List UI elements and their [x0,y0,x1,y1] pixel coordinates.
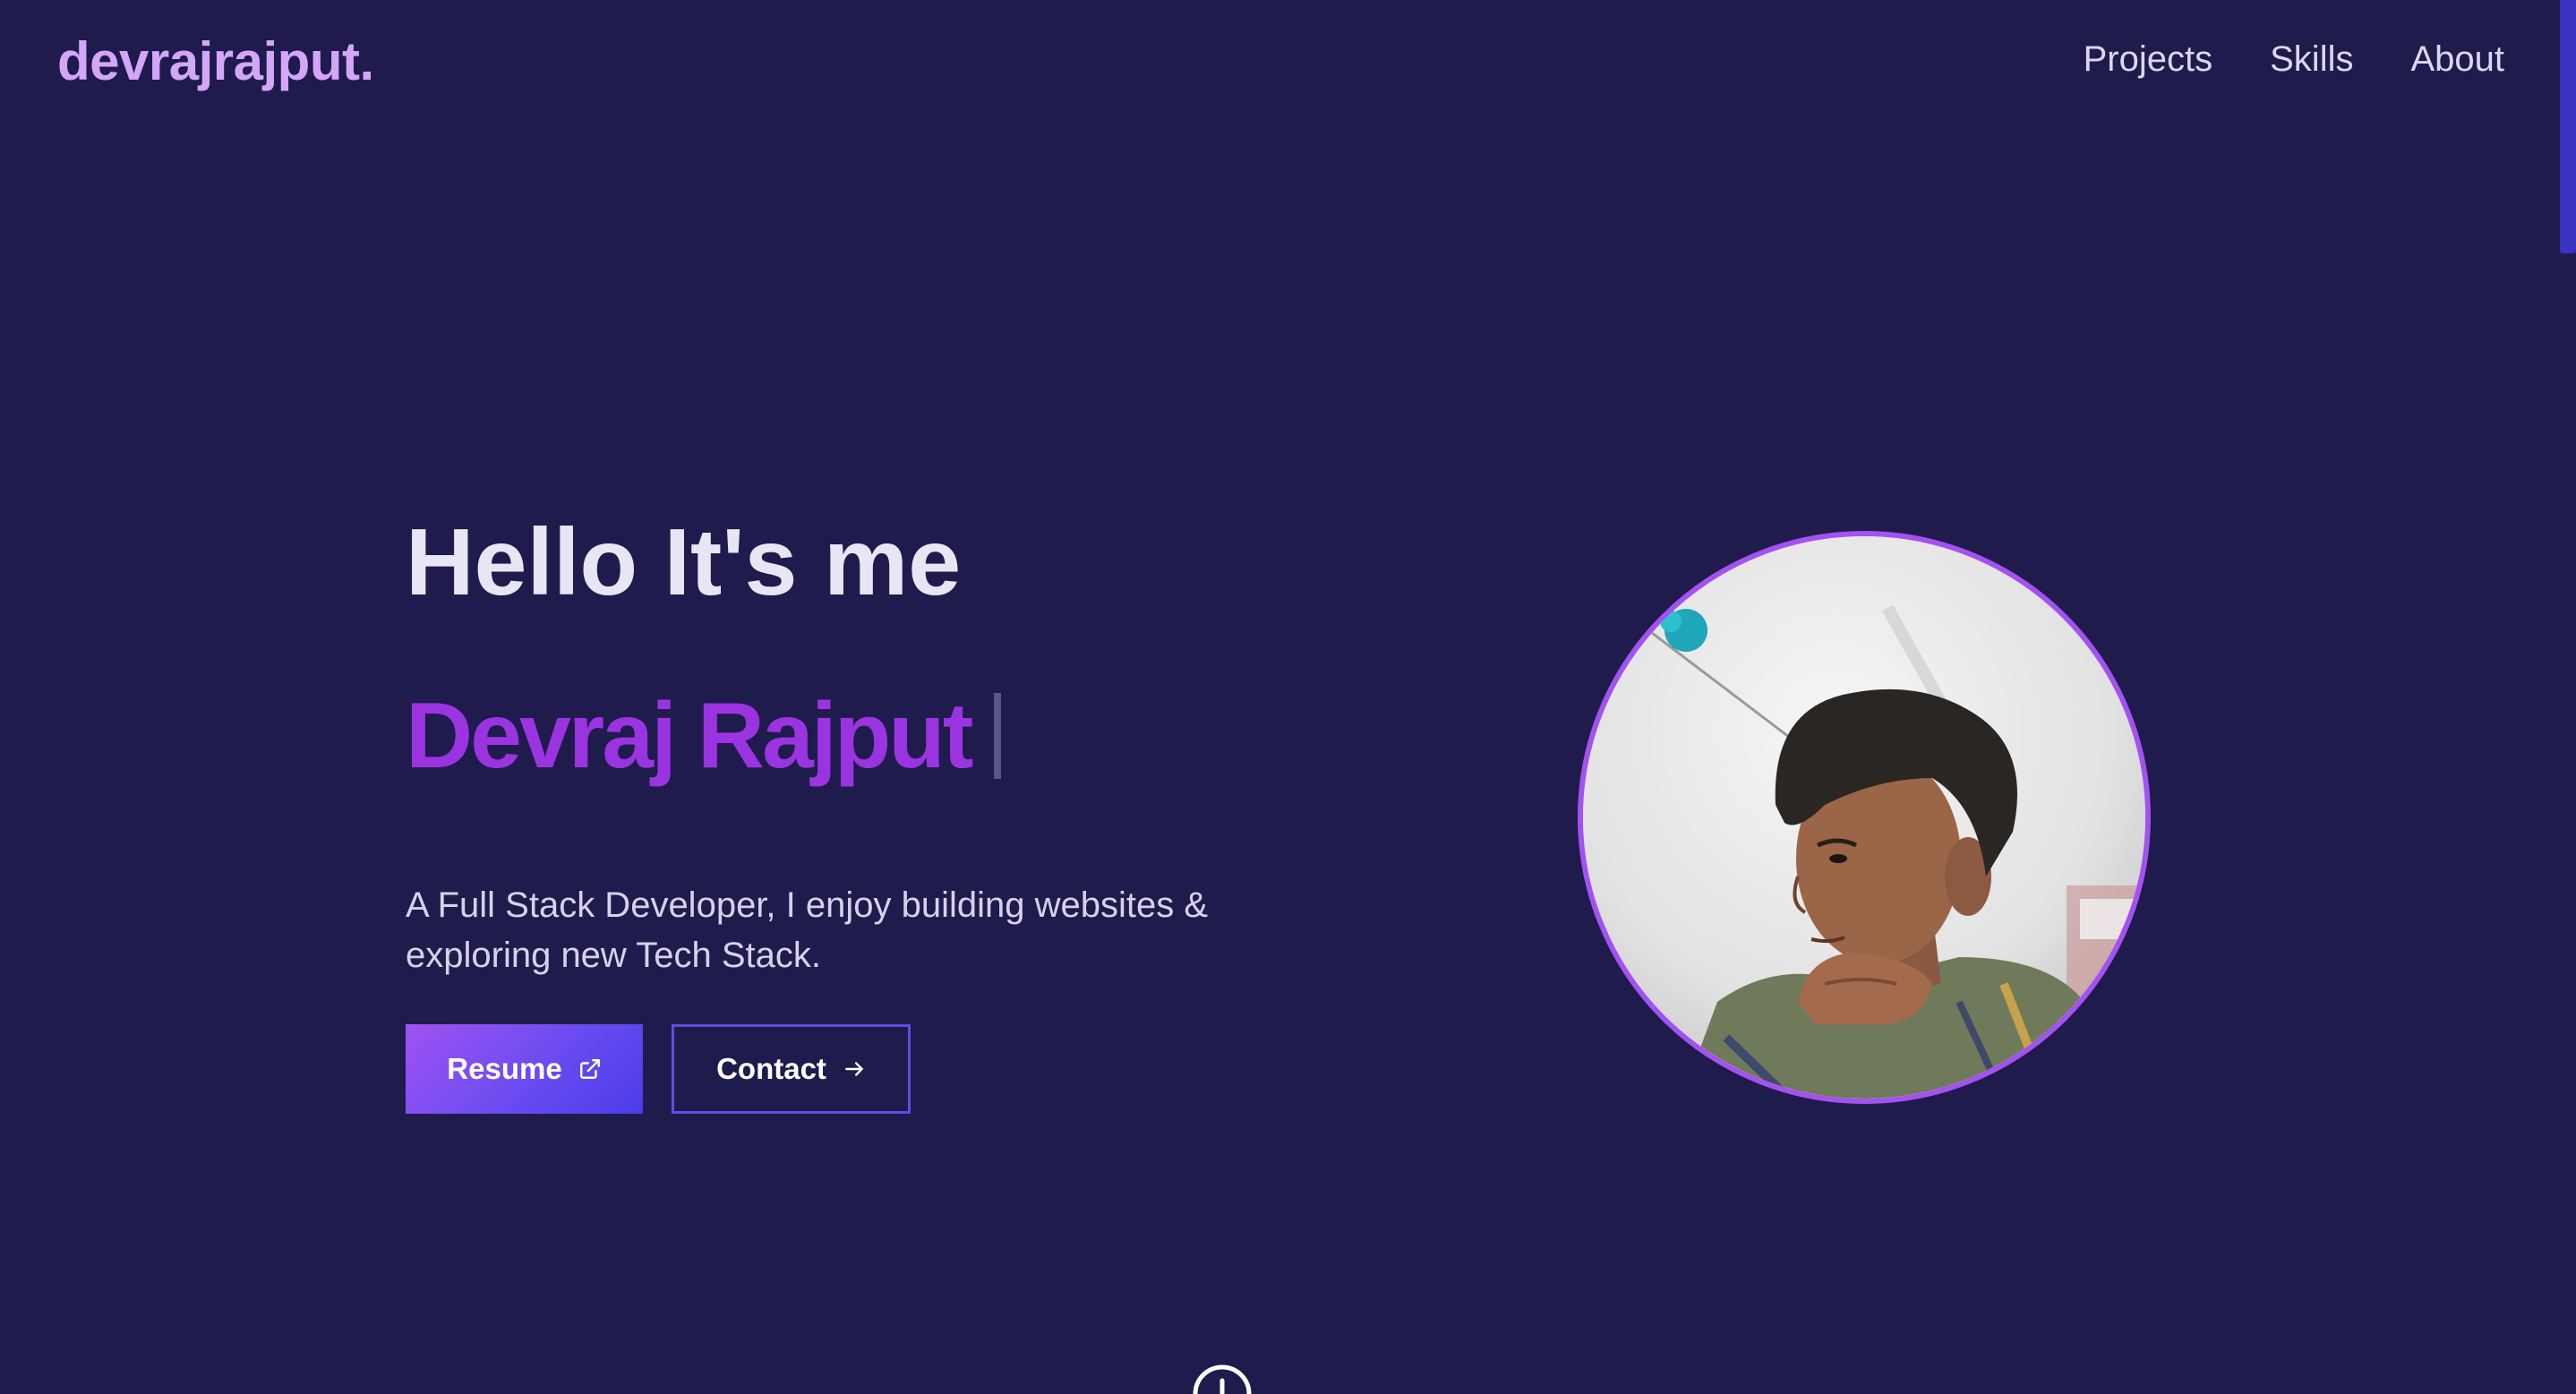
typing-cursor [994,693,1002,780]
scroll-down-icon[interactable] [1191,1363,1254,1394]
nav-about[interactable]: About [2410,39,2504,80]
nav-projects[interactable]: Projects [2084,39,2213,80]
profile-illustration [1583,536,2145,1099]
site-logo[interactable]: devrajrajput. [57,30,374,92]
hero-greeting: Hello It's me [406,509,962,615]
nav-skills[interactable]: Skills [2270,39,2353,80]
hero-name-line: Devraj Rajput [406,684,1002,788]
external-link-icon [578,1057,602,1081]
hero-name: Devraj Rajput [406,684,973,788]
profile-photo [1578,531,2151,1104]
scrollbar-thumb[interactable] [2560,0,2576,253]
main-nav: Projects Skills About [2084,39,2504,80]
portfolio-page: devrajrajput. Projects Skills About Hell… [0,0,2576,1394]
arrow-right-icon [843,1057,866,1081]
resume-button-label: Resume [447,1052,562,1085]
resume-button[interactable]: Resume [406,1024,643,1114]
scrollbar[interactable] [2560,0,2576,1394]
contact-button[interactable]: Contact [672,1024,911,1114]
hero-description: A Full Stack Developer, I enjoy building… [406,885,1209,975]
contact-button-label: Contact [716,1052,826,1085]
